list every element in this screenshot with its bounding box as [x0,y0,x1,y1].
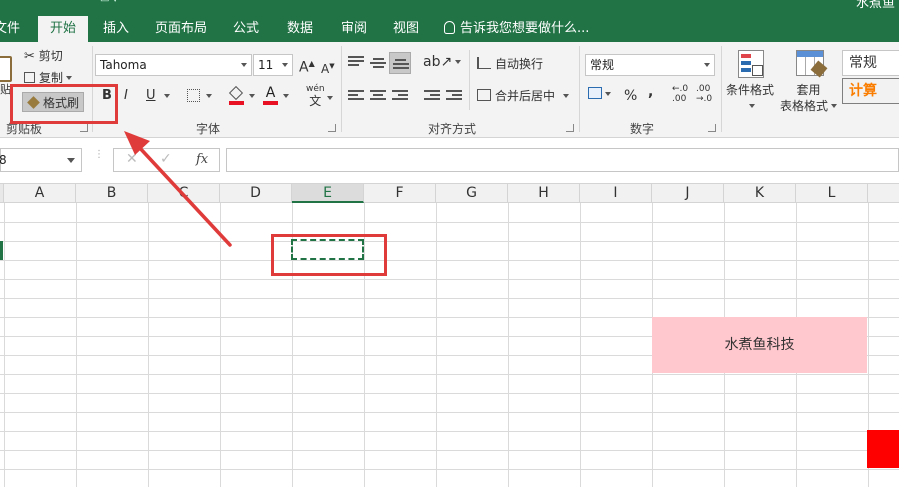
annotation-arrow [124,131,232,247]
excel-window: 水煮鱼 ▭ ▾ 文件 开始 插入 页面布局 公式 数据 审阅 视图 告诉我您想要… [0,0,899,487]
